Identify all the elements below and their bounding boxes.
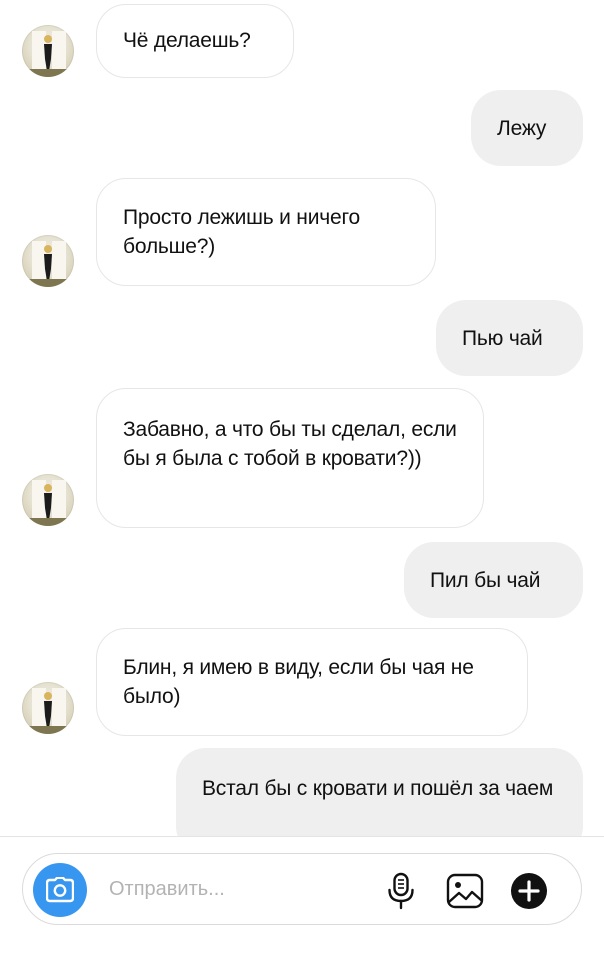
message-text: Просто лежишь и ничего больше?) (123, 206, 360, 258)
message-bubble-outgoing[interactable]: Пью чай (436, 300, 583, 376)
message-composer (22, 853, 582, 925)
message-text: Встал бы с кровати и пошёл за чаем (202, 777, 554, 800)
camera-icon (46, 877, 74, 903)
message-input[interactable] (109, 874, 359, 904)
direct-message-screen: Чё делаешь? Лежу Просто лежишь и ничего … (0, 0, 604, 960)
gallery-button[interactable] (445, 871, 485, 911)
message-bubble-outgoing[interactable]: Встал бы с кровати и пошёл за чаем (176, 748, 583, 836)
message-text: Чё делаешь? (123, 29, 251, 52)
plus-icon (511, 873, 547, 909)
message-bubble-outgoing[interactable]: Лежу (471, 90, 583, 166)
message-thread[interactable]: Чё делаешь? Лежу Просто лежишь и ничего … (0, 0, 604, 836)
message-bubble-incoming[interactable]: Чё делаешь? (96, 4, 294, 78)
contact-avatar[interactable] (22, 474, 74, 526)
camera-button[interactable] (33, 863, 87, 917)
contact-avatar[interactable] (22, 235, 74, 287)
message-bubble-incoming[interactable]: Блин, я имею в виду, если бы чая не было… (96, 628, 528, 736)
message-bubble-outgoing[interactable]: Пил бы чай (404, 542, 583, 618)
composer-divider (0, 836, 604, 837)
gallery-icon (446, 873, 484, 909)
message-text: Забавно, а что бы ты сделал, если бы я б… (123, 418, 457, 470)
message-text: Лежу (497, 117, 547, 140)
microphone-button[interactable] (381, 871, 421, 911)
microphone-icon (388, 872, 414, 910)
message-bubble-incoming[interactable]: Просто лежишь и ничего больше?) (96, 178, 436, 286)
message-text: Блин, я имею в виду, если бы чая не было… (123, 656, 474, 708)
message-text: Пил бы чай (430, 569, 541, 592)
contact-avatar[interactable] (22, 682, 74, 734)
contact-avatar[interactable] (22, 25, 74, 77)
message-bubble-incoming[interactable]: Забавно, а что бы ты сделал, если бы я б… (96, 388, 484, 528)
more-options-button[interactable] (509, 871, 549, 911)
message-text: Пью чай (462, 327, 543, 350)
